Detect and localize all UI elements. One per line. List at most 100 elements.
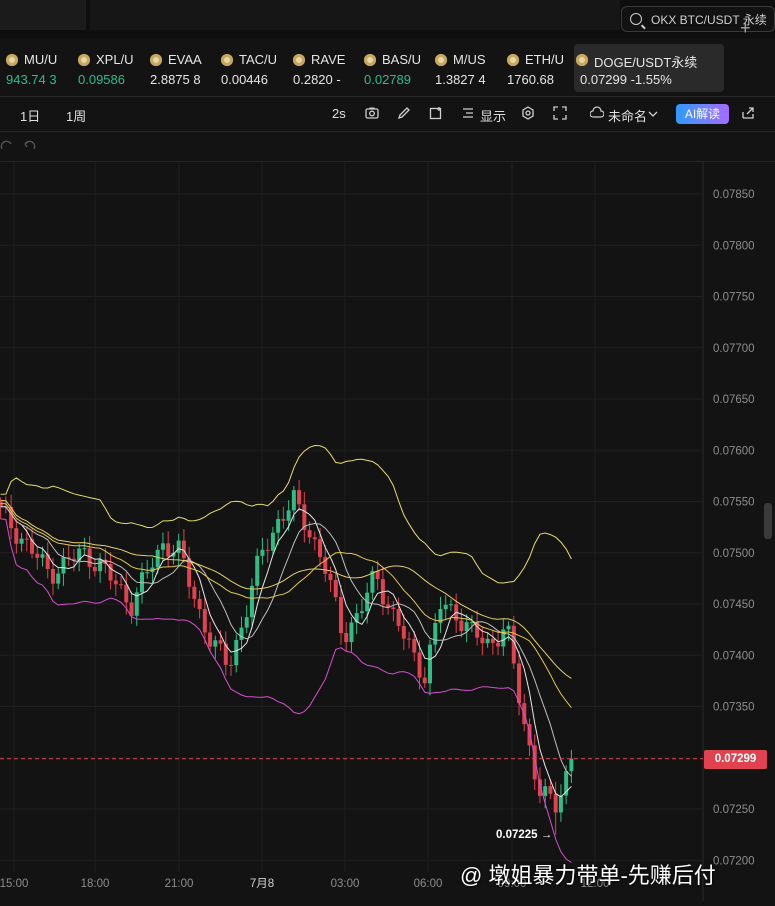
price-axis-label: 0.07200 xyxy=(713,855,755,867)
ticker-price: 0.09586 xyxy=(78,72,125,87)
browser-tab[interactable] xyxy=(90,0,620,30)
scroll-handle[interactable] xyxy=(764,503,772,539)
candle-body xyxy=(370,571,375,593)
coin-icon xyxy=(6,54,18,66)
candle-body xyxy=(202,609,207,633)
ticker-price: 0.07299 -1.55% xyxy=(580,72,672,87)
ticker-price: 1760.68 xyxy=(507,72,554,87)
candle-body xyxy=(155,549,160,568)
candle-body xyxy=(433,622,438,645)
ticker-symbol: XPL/U xyxy=(96,52,134,67)
candle-body xyxy=(160,543,165,550)
ai-analysis-button[interactable]: AI解读 xyxy=(676,104,729,124)
candle-body xyxy=(553,793,558,813)
ticker-item[interactable]: EVAA 2.8875 8 xyxy=(148,44,216,92)
ticker-item[interactable]: RAVE 0.2820 - xyxy=(291,44,359,92)
price-chart[interactable]: 0.07850 0.07800 0.07750 0.07700 0.07650 0.076… xyxy=(0,162,775,901)
candle-body xyxy=(459,620,464,632)
ticker-symbol: ETH/U xyxy=(525,52,564,67)
price-axis-label: 0.07600 xyxy=(713,445,755,457)
candle-body xyxy=(82,548,87,550)
cloud-icon xyxy=(590,106,604,118)
ticker-symbol: M/US xyxy=(453,52,486,67)
ticker-item[interactable]: MU/U 943.74 3 xyxy=(4,44,72,92)
redo-icon[interactable] xyxy=(22,139,36,153)
settings-icon[interactable] xyxy=(521,106,535,120)
candle-body xyxy=(166,543,171,557)
candle-body xyxy=(229,664,234,666)
candle-body xyxy=(213,640,218,647)
add-ticker-icon[interactable]: + xyxy=(740,18,751,39)
ma-line-short xyxy=(0,506,572,798)
candle-body xyxy=(92,566,97,572)
candle-body xyxy=(517,663,522,704)
time-axis-label: 21:00 xyxy=(165,878,194,890)
pencil-icon[interactable] xyxy=(397,106,411,120)
timeframe-1d[interactable]: 1日 xyxy=(20,106,40,125)
ticker-price: 0.2820 - xyxy=(293,72,341,87)
chart-toolbar: 1日 1周 2s 显示 未命名 xyxy=(0,97,775,132)
candle-body xyxy=(124,584,129,603)
coin-icon xyxy=(293,54,305,66)
interval-2s[interactable]: 2s xyxy=(332,106,346,121)
candle-body xyxy=(401,625,406,639)
candle-body xyxy=(333,579,338,598)
layout-name[interactable]: 未命名 xyxy=(608,106,647,125)
candle-body xyxy=(464,622,469,632)
candle-body xyxy=(307,530,312,538)
price-axis-label: 0.07250 xyxy=(713,804,755,816)
candle-body xyxy=(234,639,239,666)
candle-body xyxy=(417,652,422,678)
candle-body xyxy=(391,607,396,610)
chevron-down-icon[interactable] xyxy=(648,109,658,119)
coin-icon xyxy=(78,54,90,66)
ticker-symbol: EVAA xyxy=(168,52,202,67)
candle-body xyxy=(113,580,118,585)
ma-line-yellow-long xyxy=(0,500,572,679)
ticker-price: 2.8875 8 xyxy=(150,72,201,87)
candle-body xyxy=(218,640,223,644)
time-axis-label: 06:00 xyxy=(414,878,443,890)
search-icon xyxy=(630,13,642,25)
candle-body xyxy=(56,573,61,584)
candle-body xyxy=(496,642,501,647)
undo-icon[interactable] xyxy=(0,139,14,153)
add-indicator-icon[interactable] xyxy=(429,106,443,120)
candle-body xyxy=(328,573,333,580)
ticker-item[interactable]: M/US 1.3827 4 xyxy=(433,44,501,92)
candle-body xyxy=(558,795,563,813)
ticker-item[interactable]: TAC/U 0.00446 xyxy=(219,44,287,92)
candle-body xyxy=(396,609,401,626)
candle-body xyxy=(176,540,181,553)
price-axis-label: 0.07800 xyxy=(713,240,755,252)
time-axis-label: 03:00 xyxy=(331,878,360,890)
last-price-tag: 0.07299 xyxy=(704,750,767,769)
display-menu[interactable]: 显示 xyxy=(480,106,506,125)
ticker-symbol: MU/U xyxy=(24,52,58,67)
candle-body xyxy=(197,598,202,610)
candle-body xyxy=(548,786,553,794)
coin-icon xyxy=(507,54,519,66)
list-icon[interactable] xyxy=(461,106,475,120)
share-icon[interactable] xyxy=(741,106,755,120)
symbol-search-box[interactable]: OKX BTC/USDT 永续 xyxy=(621,6,775,32)
ticker-symbol: RAVE xyxy=(311,52,346,67)
ticker-item[interactable]: ETH/U 1760.68 xyxy=(505,44,573,92)
candle-body xyxy=(407,638,412,640)
browser-tab[interactable] xyxy=(0,0,86,30)
ticker-item[interactable]: BAS/U 0.02789 xyxy=(362,44,430,92)
candle-body xyxy=(344,633,349,643)
candle-body xyxy=(145,572,150,574)
candle-body xyxy=(208,632,213,647)
price-axis-label: 0.07850 xyxy=(713,189,755,201)
timeframe-1w[interactable]: 1周 xyxy=(66,106,86,125)
candle-body xyxy=(265,549,270,551)
candle-body xyxy=(375,571,380,580)
candle-body xyxy=(291,490,296,511)
candle-body xyxy=(276,518,281,533)
camera-icon[interactable] xyxy=(365,106,379,120)
price-axis-label: 0.07450 xyxy=(713,599,755,611)
ticker-item[interactable]: XPL/U 0.09586 xyxy=(76,44,144,92)
ticker-item[interactable]: DOGE/USDT永续 0.07299 -1.55% xyxy=(574,44,724,92)
fullscreen-icon[interactable] xyxy=(553,106,567,120)
